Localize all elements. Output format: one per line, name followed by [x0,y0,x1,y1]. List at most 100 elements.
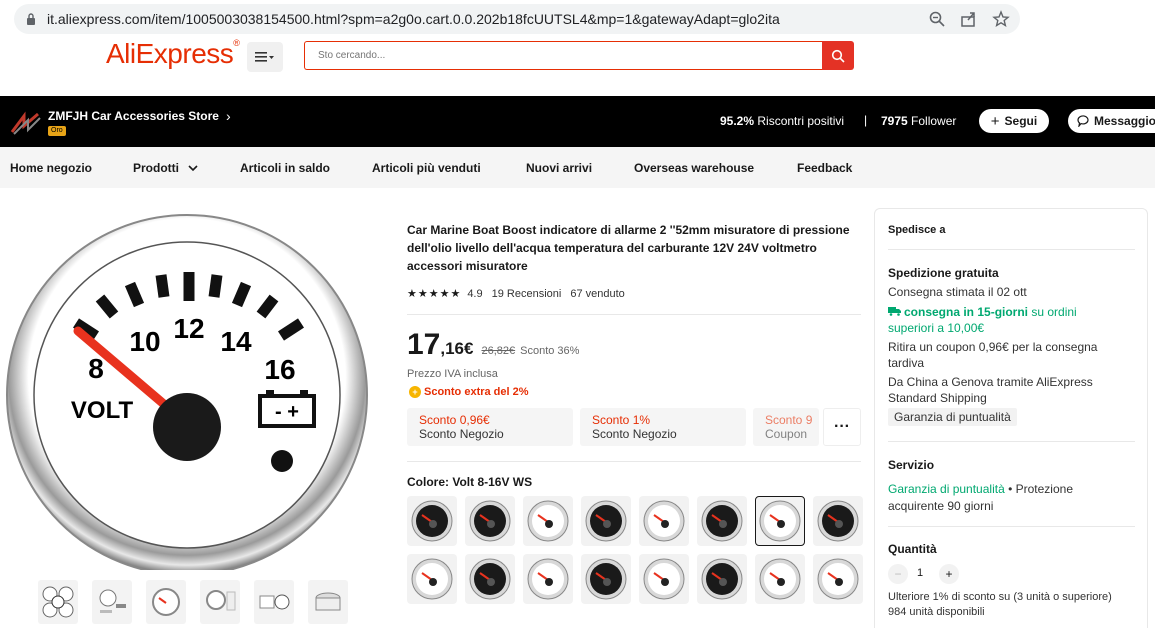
nav-products[interactable]: Prodotti [133,161,198,175]
follow-button[interactable]: + Segui [979,109,1049,133]
zoom-icon[interactable] [928,10,946,28]
fast-delivery-bold: consegna in 15-giorni [904,305,1029,319]
search-icon [831,49,845,63]
store-name[interactable]: ZMFJH Car Accessories Store [48,109,219,123]
follow-label: Segui [1004,114,1038,128]
chevron-right-icon[interactable]: › [226,108,231,124]
gauge-thumbnail-icon [411,558,453,600]
color-swatch[interactable] [697,496,747,546]
nav-sale[interactable]: Articoli in saldo [240,161,330,175]
store-logo-icon[interactable] [10,110,42,136]
aliexpress-logo[interactable]: AliExpress® [106,38,240,70]
thumbnail-5[interactable] [254,580,294,624]
color-swatch[interactable] [523,496,573,546]
divider [407,314,861,315]
quantity-value[interactable]: 1 [917,567,923,579]
color-swatch[interactable] [407,496,457,546]
truck-icon [888,307,901,316]
gauge-thumbnail-icon [817,500,859,542]
color-swatch[interactable] [523,554,573,604]
gold-badge: Oro [48,126,66,136]
nav-feedback[interactable]: Feedback [797,161,852,175]
free-shipping-title: Spedizione gratuita [888,266,999,280]
category-menu-button[interactable] [247,42,283,72]
gauge-label-16: 16 [264,354,295,385]
search-input[interactable] [305,42,824,69]
fast-delivery-threshold: superiori a 10,00€ [888,321,985,335]
coin-icon: + [409,386,421,398]
url-field[interactable]: it.aliexpress.com/item/1005003038154500.… [14,4,1020,34]
price-integer: 17 [407,328,441,361]
coupon-2[interactable]: Sconto 1% Sconto Negozio [580,408,746,446]
gauge-thumbnail-icon [643,558,685,600]
quantity-decrease-button[interactable]: − [888,564,908,584]
followers-label: Follower [911,114,957,128]
color-swatch[interactable] [639,554,689,604]
nav-home[interactable]: Home negozio [10,161,92,175]
nav-overseas-warehouse[interactable]: Overseas warehouse [634,161,754,175]
guarantee-link[interactable]: Garanzia di puntualità [888,482,1005,496]
reviews-link[interactable]: 19 Recensioni [492,288,562,300]
battery-polarity: - + [275,401,299,423]
service-rest: • Protezione [1004,482,1073,496]
gauge-thumbnail-icon [701,558,743,600]
color-swatch[interactable] [581,554,631,604]
gauge-thumbnail-icon [759,500,801,542]
color-swatch[interactable] [697,554,747,604]
search-button[interactable] [822,41,854,70]
color-swatch[interactable] [407,554,457,604]
thumbnail-2[interactable] [92,580,132,624]
vat-note: Prezzo IVA inclusa [407,368,498,380]
thumbnail-6[interactable] [308,580,348,624]
gauge-thumbnail-icon [527,500,569,542]
route-line1: Da China a Genova tramite AliExpress [888,375,1093,389]
price-decimal: ,16€ [440,339,474,358]
color-swatch[interactable] [465,496,515,546]
hamburger-icon [255,52,274,62]
color-swatch[interactable] [813,496,863,546]
gauge-label-14: 14 [220,326,252,357]
coupon-1[interactable]: Sconto 0,96€ Sconto Negozio [407,408,573,446]
coupon-label: Coupon [765,427,808,441]
service-title: Servizio [888,458,935,472]
divider [407,461,861,462]
gauge-dimensions-icon [259,594,290,610]
extra-discount[interactable]: + Sconto extra del 2% [409,386,529,398]
bookmark-star-icon[interactable] [992,10,1010,28]
gauge-back-icon [315,592,341,611]
nav-bestsellers[interactable]: Articoli più venduti [372,161,481,175]
thumbnail-3[interactable] [146,580,186,624]
gauge-label-10: 10 [129,326,160,357]
route-line2: Standard Shipping [888,391,987,405]
more-coupons-button[interactable]: ··· [823,408,861,446]
message-button[interactable]: Messaggio [1068,109,1155,133]
ship-to-label[interactable]: Spedisce a [888,224,945,236]
gauge-thumbnail-icon [759,558,801,600]
gauge-parts-icon [99,589,126,613]
share-icon[interactable] [960,10,978,28]
color-swatch[interactable] [755,496,805,546]
store-nav: Home negozio Prodotti Articoli in saldo … [0,147,1155,188]
nav-new-arrivals[interactable]: Nuovi arrivi [526,161,592,175]
color-swatch[interactable] [465,554,515,604]
gauge-thumbnail-icon [643,500,685,542]
plus-icon: + [990,112,1000,130]
fast-delivery: consegna in 15-giorni su ordini [888,305,1077,319]
divider [888,249,1135,250]
message-label: Messaggio [1094,114,1155,128]
color-swatch[interactable] [813,554,863,604]
color-swatch[interactable] [581,496,631,546]
color-swatch[interactable] [639,496,689,546]
main-product-image[interactable]: 8 10 12 14 16 VOLT - + [0,205,370,570]
logo-text: AliExpress [106,38,234,69]
gauge-set-icon [42,586,74,618]
gauge-label-12: 12 [173,313,204,344]
thumbnail-1[interactable] [38,580,78,624]
coupon-3[interactable]: Sconto 9 Coupon [753,408,819,446]
thumbnail-4[interactable] [200,580,240,624]
quantity-increase-button[interactable]: + [939,564,959,584]
rating-value: 4.9 [467,287,483,300]
on-time-guarantee-tag[interactable]: Garanzia di puntualità [888,408,1017,426]
color-swatch[interactable] [755,554,805,604]
gauge-hub [153,393,221,461]
